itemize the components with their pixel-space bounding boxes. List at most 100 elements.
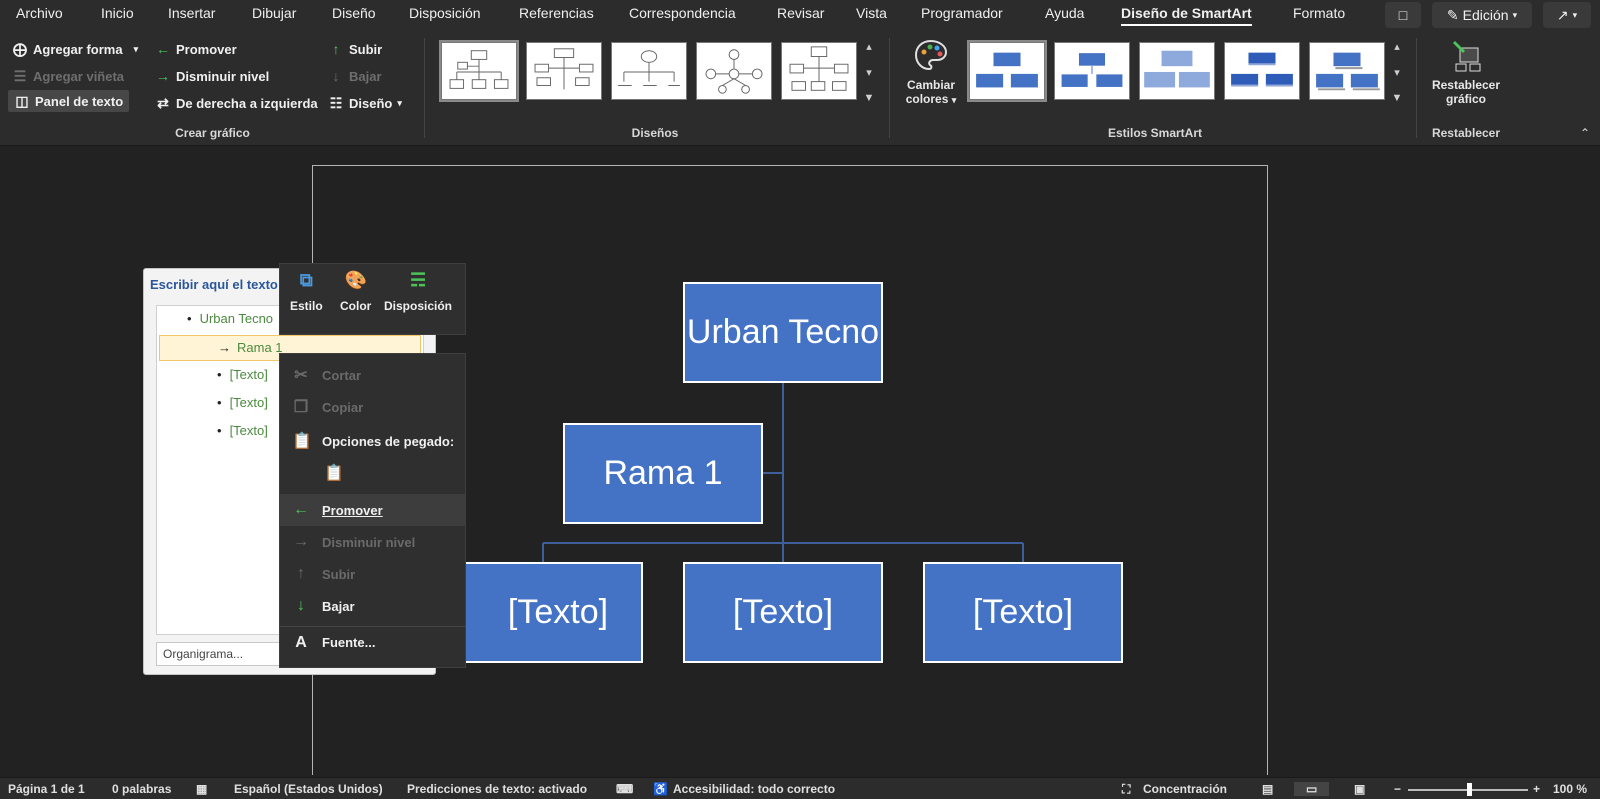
menu-item-promote[interactable]: ← Promover [280,494,465,526]
menu-item-move-up[interactable]: ↑ Subir [280,558,465,590]
group-label-crear: Crear gráfico [175,126,250,140]
layouts-gallery-scroll[interactable]: ▴ ▾ ▼ [862,40,876,104]
demote-button[interactable]: → Disminuir nivel [155,65,269,87]
layout-label: Disposición [384,299,453,313]
read-mode-icon[interactable]: ▤ [1262,782,1273,796]
print-layout-icon[interactable]: ▭ [1294,782,1330,796]
move-down-button[interactable]: ↓ Bajar [328,65,382,87]
smartart-style-thumbnail[interactable] [967,40,1047,102]
comment-button[interactable]: □ [1385,2,1421,28]
collapse-ribbon-icon[interactable]: ⌃ [1580,126,1590,140]
more-icon[interactable]: ▼ [1392,92,1403,104]
layout-thumbnail[interactable] [611,42,687,100]
color-button[interactable]: 🎨 Color [340,270,371,313]
layout-thumbnail[interactable] [781,42,857,100]
paste-option-keep-text[interactable]: 📋 [280,457,465,489]
focus-mode-button[interactable]: Concentración [1143,782,1227,796]
zoom-slider-knob[interactable] [1467,783,1472,796]
language-status[interactable]: Español (Estados Unidos) [234,782,383,796]
tab-diseno[interactable]: Diseño [332,5,376,21]
change-colors-button[interactable]: Cambiar colores ▾ [898,38,964,118]
org-chart-icon: ☷ [329,94,343,111]
clipboard-icon: 📋 [292,433,312,450]
tab-diseno-smartart[interactable]: Diseño de SmartArt [1121,5,1252,26]
tab-correspondencia[interactable]: Correspondencia [629,5,736,21]
smartart-shape-child[interactable]: [Texto] [923,562,1123,663]
menu-item-cut[interactable]: ✂ Cortar [280,359,465,391]
word-count[interactable]: 0 palabras [112,782,171,796]
text-pane-item[interactable]: • [Texto] [217,395,268,410]
promote-button[interactable]: ← Promover [155,38,237,60]
demote-label: Disminuir nivel [176,68,270,84]
zoom-out-button[interactable]: − [1394,782,1401,796]
mini-toolbar: ⧉ Estilo 🎨 Color ☴ Disposición [279,263,466,335]
arrow-up-icon: ↑ [297,565,305,582]
tab-ayuda[interactable]: Ayuda [1045,5,1084,21]
menu-item-font[interactable]: A Fuente... [280,626,465,658]
chevron-down-icon[interactable]: ▾ [1394,66,1400,79]
text-pane-button[interactable]: ◫ Panel de texto [8,90,130,112]
tab-revisar[interactable]: Revisar [777,5,824,21]
editing-mode-button[interactable]: ✎ Edición ▾ [1432,2,1532,28]
menu-item-label: Subir [322,566,356,582]
shape-style-icon: ⧉ [299,270,313,290]
smartart-shape-child[interactable]: [Texto] [443,562,643,663]
text-pane-item[interactable]: • [Texto] [217,367,268,382]
smartart-style-thumbnail[interactable] [1224,42,1300,100]
zoom-level[interactable]: 100 % [1553,782,1587,796]
chevron-up-icon[interactable]: ▴ [1394,40,1400,53]
proofing-icon[interactable]: ▦ [196,782,207,796]
chevron-down-icon[interactable]: ▾ [866,66,872,79]
layout-thumbnail[interactable] [696,42,772,100]
context-menu: ✂ Cortar ❐ Copiar 📋 Opciones de pegado: … [279,353,466,668]
add-shape-button[interactable]: ⨁ Agregar forma ▾ [12,38,138,60]
page-count[interactable]: Página 1 de 1 [8,782,85,796]
smartart-style-thumbnail[interactable] [1309,42,1385,100]
web-layout-icon[interactable]: ▣ [1354,782,1365,796]
text-pane-icon: ◫ [15,92,29,109]
add-bullet-button[interactable]: ☰ Agregar viñeta [12,65,124,87]
layout-thumbnail[interactable] [526,42,602,100]
add-bullet-label: Agregar viñeta [33,68,125,84]
smartart-shape-assistant[interactable]: Rama 1 [563,423,763,524]
tab-inicio[interactable]: Inicio [101,5,134,21]
keyboard-icon[interactable]: ⌨ [616,782,633,796]
smartart-style-thumbnail[interactable] [1139,42,1215,100]
more-icon[interactable]: ▼ [864,92,875,104]
tab-programador[interactable]: Programador [921,5,1003,21]
text-pane-item-label: Urban Tecno [199,311,274,326]
tab-vista[interactable]: Vista [856,5,887,21]
text-pane-item[interactable]: • Urban Tecno [187,311,273,326]
tab-disposicion[interactable]: Disposición [409,5,481,21]
style-button[interactable]: ⧉ Estilo [290,270,323,313]
tab-dibujar[interactable]: Dibujar [252,5,296,21]
menu-item-demote[interactable]: → Disminuir nivel [280,526,465,558]
ribbon-separator [889,38,890,138]
scissors-icon: ✂ [294,367,308,384]
right-to-left-button[interactable]: ⇄ De derecha a izquierda [155,92,318,114]
zoom-in-button[interactable]: + [1533,782,1540,796]
smartart-shape-root[interactable]: Urban Tecno [683,282,883,383]
menu-item-copy[interactable]: ❐ Copiar [280,391,465,423]
tab-archivo[interactable]: Archivo [16,5,63,21]
reset-graphic-label-1: Restablecer [1431,78,1501,92]
layout-button[interactable]: ☷ Diseño ▾ [328,92,402,114]
styles-gallery-scroll[interactable]: ▴ ▾ ▼ [1390,40,1404,104]
accessibility-status[interactable]: Accesibilidad: todo correcto [673,782,835,796]
text-predictions-status[interactable]: Predicciones de texto: activado [407,782,587,796]
tab-formato[interactable]: Formato [1293,5,1345,21]
chevron-up-icon[interactable]: ▴ [866,40,872,53]
share-button[interactable]: ↗ ▾ [1543,2,1591,28]
move-up-button[interactable]: ↑ Subir [328,38,383,60]
tab-insertar[interactable]: Insertar [168,5,215,21]
reset-graphic-button[interactable]: Restablecer gráfico [1424,38,1508,118]
smartart-shape-child[interactable]: [Texto] [683,562,883,663]
chevron-down-icon: ▾ [1512,9,1518,20]
menu-item-move-down[interactable]: ↓ Bajar [280,590,465,622]
layout-button[interactable]: ☴ Disposición [384,270,452,313]
font-icon: A [295,633,307,651]
tab-referencias[interactable]: Referencias [519,5,594,21]
smartart-style-thumbnail[interactable] [1054,42,1130,100]
text-pane-item[interactable]: • [Texto] [217,423,268,438]
layout-thumbnail[interactable] [439,40,519,102]
